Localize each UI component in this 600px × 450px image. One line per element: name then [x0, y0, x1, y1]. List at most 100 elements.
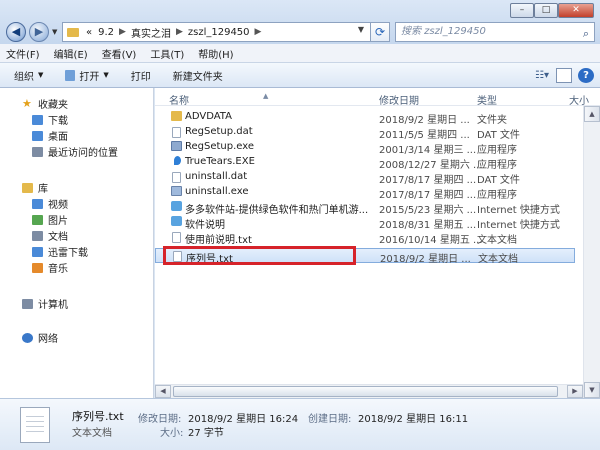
file-date: 2018/9/2 星期日 ...: [380, 254, 471, 265]
file-date: 2008/12/27 星期六 ...: [379, 160, 483, 171]
file-type: 文件夹: [477, 115, 507, 126]
address-bar[interactable]: « 9.2 ▶ 真实之泪 ▶ zszl_129450 ▶ ▼: [62, 22, 387, 42]
file-name: 使用前说明.txt: [185, 235, 252, 246]
column-header-row: 名称 ▲ 修改日期 类型 大小: [155, 88, 600, 107]
scroll-down-icon[interactable]: ▼: [584, 382, 600, 398]
library-icon: [22, 182, 33, 193]
back-button[interactable]: ◀: [6, 22, 26, 42]
details-size-label: 大小:: [160, 428, 184, 439]
file-date: 2017/8/17 星期四 ...: [379, 175, 477, 186]
highlight-annotation-box: [163, 246, 356, 265]
sidebar-item-label: 下载: [48, 116, 68, 127]
window-controls: – □ ✕: [510, 3, 594, 18]
new-folder-button[interactable]: 新建文件夹: [173, 68, 223, 83]
forward-button[interactable]: ▶: [29, 22, 49, 42]
column-header-date[interactable]: 修改日期: [379, 92, 419, 107]
scroll-thumb[interactable]: [173, 386, 558, 397]
file-row[interactable]: 软件说明 2018/8/31 星期五 ... Internet 快捷方式: [155, 215, 575, 231]
sidebar-item-computer[interactable]: 计算机: [22, 296, 68, 311]
column-header-type[interactable]: 类型: [477, 92, 497, 107]
sidebar-item-recent[interactable]: 最近访问的位置: [32, 144, 118, 159]
text-file-icon: [172, 232, 181, 243]
sort-arrow-icon: ▲: [263, 92, 269, 100]
address-dropdown-icon[interactable]: ▼: [358, 25, 364, 34]
scroll-right-icon[interactable]: ▶: [567, 385, 583, 398]
star-icon: ★: [22, 97, 32, 110]
maximize-button[interactable]: □: [534, 3, 558, 18]
sidebar-item-libraries[interactable]: 库: [22, 180, 48, 195]
sidebar-item-label: 迅雷下载: [48, 248, 88, 259]
thunder-download-icon: [32, 246, 43, 257]
breadcrumb-overflow[interactable]: «: [86, 27, 92, 38]
close-button[interactable]: ✕: [558, 3, 594, 18]
horizontal-scrollbar[interactable]: ◀ ▶: [155, 384, 583, 398]
sidebar-item-desktop[interactable]: 桌面: [32, 128, 68, 143]
recent-pages-dropdown[interactable]: ▼: [52, 28, 57, 36]
new-folder-label: 新建文件夹: [172, 71, 223, 83]
organize-button[interactable]: 组织 ▼: [14, 68, 43, 83]
breadcrumb-separator-icon[interactable]: ▶: [176, 27, 183, 37]
breadcrumb-separator-icon[interactable]: ▶: [119, 27, 126, 37]
sidebar-item-thunder[interactable]: 迅雷下载: [32, 244, 88, 259]
sidebar-item-videos[interactable]: 视频: [32, 196, 68, 211]
sidebar-item-music[interactable]: 音乐: [32, 260, 68, 275]
scroll-up-icon[interactable]: ▲: [584, 106, 600, 122]
search-input[interactable]: 搜索 zszl_129450 ⌕: [395, 22, 595, 42]
minimize-button[interactable]: –: [510, 3, 534, 18]
sidebar-item-downloads[interactable]: 下载: [32, 112, 68, 127]
refresh-button[interactable]: ⟳: [370, 22, 390, 42]
internet-shortcut-icon: [171, 216, 182, 226]
chevron-down-icon: ▼: [103, 71, 109, 79]
sidebar-item-label: 库: [38, 184, 48, 195]
file-row[interactable]: 多多软件站-提供绿色软件和热门单机游... 2015/5/23 星期六 ... …: [155, 200, 575, 216]
column-header-name[interactable]: 名称: [169, 92, 189, 107]
picture-icon: [32, 214, 43, 225]
help-icon[interactable]: ?: [578, 68, 594, 83]
search-icon[interactable]: ⌕: [583, 25, 589, 43]
file-row[interactable]: uninstall.exe 2017/8/17 星期四 ... 应用程序: [155, 185, 575, 201]
file-row[interactable]: 使用前说明.txt 2016/10/14 星期五 ... 文本文档: [155, 230, 575, 246]
print-button[interactable]: 打印: [131, 68, 151, 83]
scroll-left-icon[interactable]: ◀: [155, 385, 171, 398]
sidebar-item-documents[interactable]: 文档: [32, 228, 68, 243]
file-name: TrueTears.EXE: [185, 156, 255, 167]
file-date: 2001/3/14 星期三 ...: [379, 145, 477, 156]
vertical-scrollbar[interactable]: ▲ ▼: [583, 106, 600, 398]
search-placeholder: 搜索 zszl_129450: [401, 26, 486, 37]
menu-edit[interactable]: 编辑(E): [54, 46, 88, 61]
music-icon: [32, 262, 43, 273]
breadcrumb-item[interactable]: 9.2: [98, 27, 114, 38]
details-filename: 序列号.txt: [72, 410, 124, 423]
recent-places-icon: [32, 146, 43, 157]
print-label: 打印: [130, 71, 151, 83]
sidebar-item-label: 计算机: [38, 300, 68, 311]
file-icon: [172, 172, 181, 183]
folder-icon: [67, 27, 79, 37]
computer-icon: [22, 298, 33, 309]
text-document-icon: [20, 407, 50, 443]
sidebar-item-label: 视频: [48, 200, 68, 211]
sidebar-item-favorites[interactable]: ★ 收藏夹: [22, 96, 68, 111]
file-row[interactable]: RegSetup.dat 2011/5/5 星期四 ... DAT 文件: [155, 125, 575, 141]
view-controls: ☷▾ ?: [528, 68, 594, 83]
file-row[interactable]: RegSetup.exe 2001/3/14 星期三 ... 应用程序: [155, 140, 575, 156]
breadcrumb-item[interactable]: 真实之泪: [131, 25, 171, 40]
open-button[interactable]: 打开 ▼: [65, 68, 109, 83]
menu-view[interactable]: 查看(V): [102, 46, 137, 61]
sidebar-item-pictures[interactable]: 图片: [32, 212, 68, 227]
file-type: Internet 快捷方式: [477, 220, 560, 231]
column-header-size[interactable]: 大小: [569, 92, 589, 107]
view-options-icon[interactable]: ☷▾: [534, 68, 550, 83]
breadcrumb-separator-icon[interactable]: ▶: [255, 27, 262, 37]
menu-help[interactable]: 帮助(H): [198, 46, 233, 61]
file-name: RegSetup.dat: [185, 126, 253, 137]
sidebar-item-network[interactable]: 网络: [22, 330, 58, 345]
file-type: 应用程序: [477, 160, 517, 171]
file-row[interactable]: TrueTears.EXE 2008/12/27 星期六 ... 应用程序: [155, 155, 575, 171]
breadcrumb-item[interactable]: zszl_129450: [188, 27, 250, 38]
file-row[interactable]: uninstall.dat 2017/8/17 星期四 ... DAT 文件: [155, 170, 575, 186]
file-row[interactable]: ADVDATA 2018/9/2 星期日 ... 文件夹: [155, 110, 575, 126]
menu-tools[interactable]: 工具(T): [150, 46, 184, 61]
preview-pane-icon[interactable]: [556, 68, 572, 83]
menu-file[interactable]: 文件(F): [6, 46, 40, 61]
